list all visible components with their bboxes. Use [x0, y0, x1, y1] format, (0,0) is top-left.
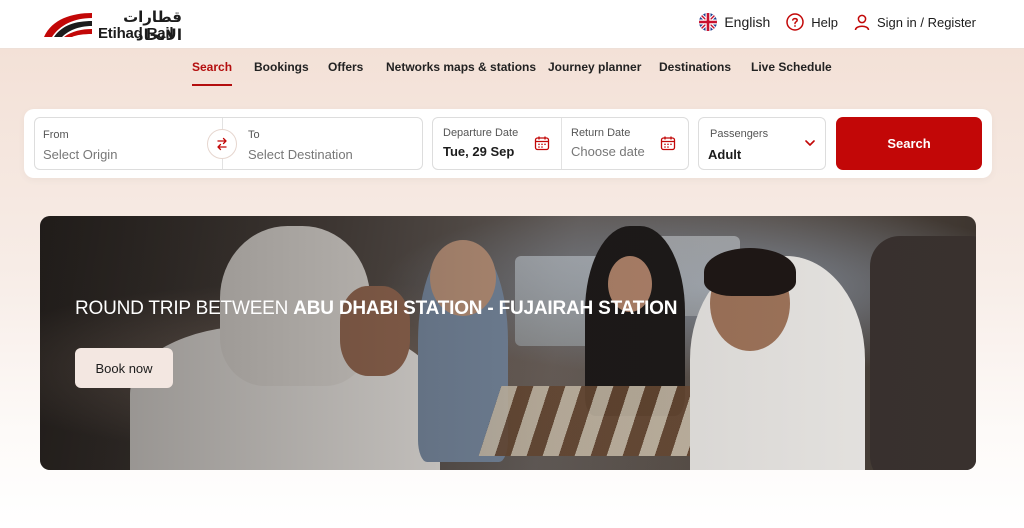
return-label: Return Date [571, 127, 631, 139]
uk-flag-icon [699, 13, 718, 31]
departure-label: Departure Date [443, 127, 519, 139]
help-link[interactable]: Help [786, 13, 838, 31]
banner-title-route: ABU DHABI STATION - FUJAIRAH STATION [293, 298, 678, 319]
logo-english-text: Etihad Rail [98, 25, 174, 42]
from-to-field-group: From Select Origin To Select Destination [34, 117, 423, 170]
header-actions: English Help Sign in / Register [699, 13, 976, 31]
passengers-label: Passengers [710, 128, 769, 140]
from-label: From [43, 129, 69, 141]
swap-arrows-icon [217, 137, 227, 151]
promo-banner: ROUND TRIP BETWEEN ABU DHABI STATION - F… [40, 216, 976, 470]
language-selector[interactable]: English [699, 13, 770, 31]
nav-search[interactable]: Search [192, 60, 233, 86]
departure-date-field[interactable]: Departure Date Tue, 29 Sep [433, 118, 561, 169]
sign-in-label: Sign in / Register [877, 14, 976, 30]
swap-stations-button[interactable] [207, 129, 237, 159]
sign-in-link[interactable]: Sign in / Register [854, 14, 976, 31]
language-label: English [724, 14, 771, 30]
to-placeholder: Select Destination [248, 147, 353, 162]
chevron-down-icon [805, 140, 815, 146]
help-circle-icon [786, 13, 804, 31]
nav-journey-planner[interactable]: Journey planner [548, 60, 641, 74]
to-field[interactable]: To Select Destination [240, 118, 422, 169]
banner-title-prefix: ROUND TRIP BETWEEN [75, 298, 294, 319]
from-placeholder: Select Origin [43, 147, 118, 162]
top-header: قطارات الاتحاد Etihad Rail English Help … [0, 0, 1024, 49]
book-now-button[interactable]: Book now [75, 348, 173, 388]
etihad-rail-logo-icon [44, 13, 92, 37]
to-label: To [248, 129, 260, 141]
return-placeholder: Choose date [571, 144, 645, 159]
nav-bookings[interactable]: Bookings [254, 60, 309, 74]
etihad-rail-logo[interactable]: قطارات الاتحاد Etihad Rail [42, 8, 182, 44]
passengers-value: Adult [708, 147, 742, 162]
nav-offers[interactable]: Offers [328, 60, 363, 74]
calendar-icon [660, 136, 676, 151]
nav-network-maps[interactable]: Networks maps & stations [386, 60, 536, 74]
dates-field-group: Departure Date Tue, 29 Sep Return Date C… [432, 117, 689, 170]
banner-title: ROUND TRIP BETWEEN ABU DHABI STATION - F… [75, 298, 677, 320]
nav-live-schedule[interactable]: Live Schedule [751, 60, 832, 74]
from-field[interactable]: From Select Origin [35, 118, 222, 169]
search-panel: From Select Origin To Select Destination… [24, 109, 992, 178]
passengers-field[interactable]: Passengers Adult [698, 117, 826, 170]
calendar-icon [534, 136, 550, 151]
user-icon [854, 14, 870, 30]
return-date-field[interactable]: Return Date Choose date [562, 118, 688, 169]
search-button[interactable]: Search [836, 117, 982, 170]
departure-value: Tue, 29 Sep [443, 144, 515, 159]
nav-destinations[interactable]: Destinations [659, 60, 731, 74]
help-label: Help [811, 14, 838, 30]
